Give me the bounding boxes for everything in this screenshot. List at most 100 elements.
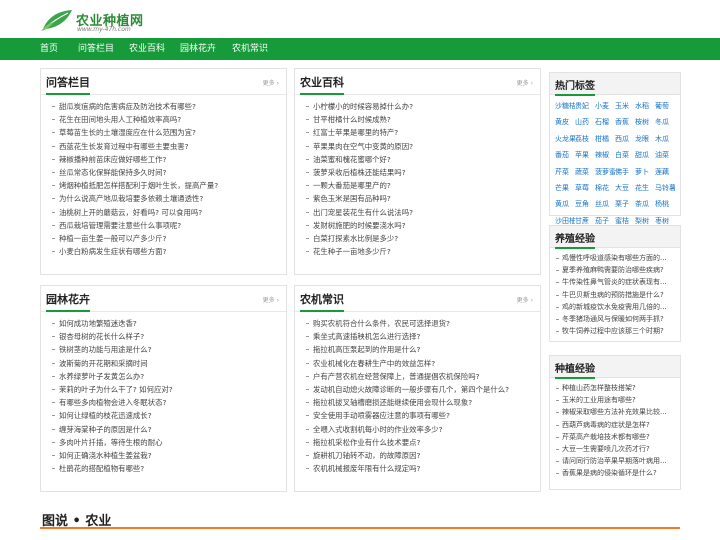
list-item[interactable]: 鸡的新城疫饮水免疫需用几倍的...: [555, 301, 677, 313]
list-item[interactable]: 烤烟种植抵肥怎样搭配利于烟叶生长，提高产量?: [51, 179, 280, 192]
tag-link[interactable]: 香蕉: [615, 116, 635, 129]
tag-link[interactable]: 杨桃: [655, 198, 675, 211]
list-item[interactable]: 丝瓜常态化保鲜能保持多久时间?: [51, 166, 280, 179]
list-item[interactable]: 大豆一生需要喷几次药才行?: [555, 443, 677, 455]
tag-link[interactable]: 冬瓜: [655, 116, 675, 129]
nav-item-home[interactable]: 首页: [40, 38, 58, 60]
list-item[interactable]: 茉莉的叶子为什么干了? 如何应对?: [51, 383, 280, 396]
tag-link[interactable]: 栗子: [615, 198, 635, 211]
list-item[interactable]: 多肉叶片扦插，等待生根的耐心: [51, 436, 280, 449]
tag-link[interactable]: 萝卜: [635, 166, 655, 179]
tag-link[interactable]: 黄瓜: [555, 198, 575, 211]
tag-link[interactable]: 番茄: [555, 149, 575, 162]
list-item[interactable]: 一颗大番茄是哪里产的?: [305, 179, 534, 192]
list-item[interactable]: 拖拉机采松作业有什么技术要点?: [305, 436, 534, 449]
nav-item-garden[interactable]: 园林花卉: [180, 38, 216, 60]
tag-link[interactable]: 木瓜: [655, 133, 675, 146]
tag-link[interactable]: 大豆: [615, 182, 635, 195]
list-item[interactable]: 红富士苹果是哪里的特产?: [305, 126, 534, 139]
more-link[interactable]: 更多: [263, 78, 279, 87]
list-item[interactable]: 杜鹃花的搭配植物有哪些?: [51, 462, 280, 475]
tag-link[interactable]: 油菜: [655, 149, 675, 162]
list-item[interactable]: 花生在田间地头用人工种植效率高吗?: [51, 113, 280, 126]
list-item[interactable]: 小麦白粉病发生症状有哪些方面?: [51, 245, 280, 258]
more-link[interactable]: 更多: [263, 295, 279, 304]
nav-item-machinery[interactable]: 农机常识: [232, 38, 268, 60]
tag-link[interactable]: 茶瓜: [635, 198, 655, 211]
list-item[interactable]: 芹菜高产栽培技术都有哪些?: [555, 431, 677, 443]
list-item[interactable]: 拖拉机高压泵起到的作用是什么?: [305, 343, 534, 356]
tag-link[interactable]: 花生: [635, 182, 655, 195]
list-item[interactable]: 辣椒播种前苗床应做好哪些工作?: [51, 153, 280, 166]
list-item[interactable]: 白菜打探素水比例是多少?: [305, 232, 534, 245]
list-item[interactable]: 冬季猪场通风与保暖如何两手抓?: [555, 313, 677, 325]
tag-link[interactable]: 马铃薯: [655, 182, 675, 195]
site-logo[interactable]: 农业种植网 www.my-47h.com: [40, 7, 160, 35]
list-item[interactable]: 紫色玉米是国有品种吗?: [305, 192, 534, 205]
tag-link[interactable]: 石榴: [595, 116, 615, 129]
list-item[interactable]: 拖拉机拔叉轴槽磨损还能继续使用会现什么现象?: [305, 396, 534, 409]
list-item[interactable]: 玉米的工业用途有哪些?: [555, 394, 677, 406]
list-item[interactable]: 西葫芦病毒病的症状是怎样?: [555, 419, 677, 431]
tag-link[interactable]: 沙糖桔: [555, 100, 575, 113]
tag-link[interactable]: 苹果: [575, 149, 595, 162]
tag-link[interactable]: 火龙果: [555, 133, 575, 146]
list-item[interactable]: 西瓜栽培管理需要注意些什么事项呢?: [51, 219, 280, 232]
list-item[interactable]: 乘坐式高速插秧机怎么进行选择?: [305, 330, 534, 343]
tag-link[interactable]: 莲藕: [655, 166, 675, 179]
list-item[interactable]: 苹果果肉在空气中变黄的原因?: [305, 140, 534, 153]
list-item[interactable]: 如何成功地繁殖迷迭香?: [51, 317, 280, 330]
list-item[interactable]: 如何让绿植的枝花迅速成长?: [51, 409, 280, 422]
tag-link[interactable]: 甜瓜: [635, 149, 655, 162]
list-item[interactable]: 油菜蜜和槐花蜜哪个好?: [305, 153, 534, 166]
list-item[interactable]: 农业机械化在春耕生产中的效益怎样?: [305, 357, 534, 370]
list-item[interactable]: 安全使用手动喷雾器应注意的事项有哪些?: [305, 409, 534, 422]
list-item[interactable]: 甜瓜炭疽病的危害病症及防治技术有哪些?: [51, 100, 280, 113]
list-item[interactable]: 全喂入式收割机每小时的作业效率多少?: [305, 423, 534, 436]
tag-link[interactable]: 豆角: [575, 198, 595, 211]
list-item[interactable]: 出门宠星装花生有什么说法吗?: [305, 206, 534, 219]
list-item[interactable]: 油桃树上开的蘑菇云，好看吗? 可以食用吗?: [51, 206, 280, 219]
list-item[interactable]: 香蕉果是病的侵染循环是什么?: [555, 467, 677, 479]
list-item[interactable]: 铁树茎的功能与用途是什么?: [51, 343, 280, 356]
more-link[interactable]: 更多: [517, 295, 533, 304]
list-item[interactable]: 西蓝花生长发育过程中有哪些主要虫害?: [51, 140, 280, 153]
tag-link[interactable]: 芹菜: [555, 166, 575, 179]
tag-link[interactable]: 菠萝蜜: [595, 166, 615, 179]
list-item[interactable]: 辣椒采取哪些方法补充效果比较...: [555, 406, 677, 418]
list-item[interactable]: 户有产营农机在经营保障上，普通提倡农机保险吗?: [305, 370, 534, 383]
tag-link[interactable]: 西瓜: [615, 133, 635, 146]
list-item[interactable]: 夏季养殖麻鸭需要防治哪些疾病?: [555, 264, 677, 276]
list-item[interactable]: 甘平柑橘什么时候成熟?: [305, 113, 534, 126]
list-item[interactable]: 发财树施肥的时候要浇水吗?: [305, 219, 534, 232]
tag-link[interactable]: 贵妃: [575, 100, 595, 113]
tag-link[interactable]: 桉树: [635, 116, 655, 129]
list-item[interactable]: 鸡慢性呼吸道感染有哪些方面的...: [555, 252, 677, 264]
list-item[interactable]: 为什么说高产地瓜栽培要多依赖土壤通透性?: [51, 192, 280, 205]
tag-link[interactable]: 蔬菜: [575, 166, 595, 179]
list-item[interactable]: 农机机械报废年限有什么规定吗?: [305, 462, 534, 475]
tag-link[interactable]: 佛手: [615, 166, 635, 179]
list-item[interactable]: 发动机自动熄火故障诊断的一般步骤有几个，第四个是什么?: [305, 383, 534, 396]
list-item[interactable]: 种植一亩生姜一般可以产多少斤?: [51, 232, 280, 245]
tag-link[interactable]: 芒果: [555, 182, 575, 195]
tag-link[interactable]: 黄皮: [555, 116, 575, 129]
more-link[interactable]: 更多: [517, 78, 533, 87]
tag-link[interactable]: 辣椒: [595, 149, 615, 162]
tag-link[interactable]: 葡萄: [655, 100, 675, 113]
list-item[interactable]: 银杏母树的花长什么样子?: [51, 330, 280, 343]
list-item[interactable]: 购买农机符合什么条件，农民可选择退货?: [305, 317, 534, 330]
list-item[interactable]: 牛传染性鼻气管炎的症状表现有...: [555, 276, 677, 288]
list-item[interactable]: 牛巴贝斯虫病的预防措施是什么?: [555, 289, 677, 301]
list-item[interactable]: 如何正确浇水种植生姜盆栽?: [51, 449, 280, 462]
list-item[interactable]: 波斯菊的开花期和采摘时间: [51, 357, 280, 370]
list-item[interactable]: 缠芽海棠种子的原因是什么?: [51, 423, 280, 436]
tag-link[interactable]: 草莓: [575, 182, 595, 195]
list-item[interactable]: 水养绿萝叶子发黄怎么办?: [51, 370, 280, 383]
tag-link[interactable]: 棉花: [595, 182, 615, 195]
tag-link[interactable]: 玉米: [615, 100, 635, 113]
list-item[interactable]: 小柠檬小的时候容易掉什么办?: [305, 100, 534, 113]
tag-link[interactable]: 小麦: [595, 100, 615, 113]
nav-item-qa[interactable]: 问答栏目: [78, 38, 114, 60]
list-item[interactable]: 菠萝采收后植株还能结果吗?: [305, 166, 534, 179]
